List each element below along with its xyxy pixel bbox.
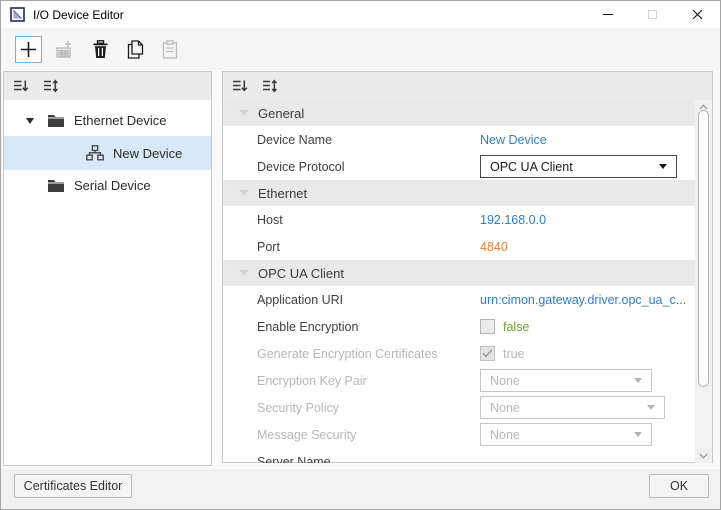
tree-item-label: Ethernet Device: [74, 113, 167, 128]
add-device-button[interactable]: [15, 36, 42, 63]
message-security-value: None: [490, 428, 520, 442]
device-protocol-value: OPC UA Client: [490, 160, 573, 174]
row-server-name: Server Name: [223, 448, 712, 463]
window-controls: [585, 1, 720, 28]
folder-icon: [47, 179, 65, 193]
dropdown-arrow-icon: [634, 432, 642, 437]
dropdown-arrow-icon: [647, 405, 655, 410]
enable-encryption-checkbox[interactable]: [480, 319, 495, 334]
section-chevron-icon: [239, 190, 249, 196]
titlebar: I/O Device Editor: [1, 1, 720, 28]
property-list: General Device Name New Device Device Pr…: [223, 100, 712, 463]
copy-pages-icon: [127, 40, 144, 59]
window-title: I/O Device Editor: [33, 8, 124, 22]
chevron-down-icon: [699, 453, 708, 459]
collapse-all-button[interactable]: [231, 78, 248, 95]
tree-item-ethernet-device[interactable]: Ethernet Device: [4, 105, 211, 136]
section-title: General: [258, 106, 304, 121]
scrollbar-thumb[interactable]: [698, 110, 709, 387]
section-chevron-icon: [239, 270, 249, 276]
trash-icon: [92, 40, 109, 59]
io-device-editor-window: I/O Device Editor: [0, 0, 721, 510]
app-logo-icon: [10, 7, 25, 22]
enable-encryption-value: false: [503, 320, 529, 334]
encryption-key-pair-select: None: [480, 369, 652, 392]
section-opc-ua-client[interactable]: OPC UA Client: [223, 260, 712, 286]
device-name-value[interactable]: New Device: [480, 133, 547, 147]
dropdown-arrow-icon: [634, 378, 642, 383]
collapse-all-button[interactable]: [12, 78, 29, 95]
property-panel-toolbar: [223, 72, 712, 100]
row-host: Host 192.168.0.0: [223, 206, 712, 233]
device-protocol-select[interactable]: OPC UA Client: [480, 155, 677, 178]
tree-panel-toolbar: [4, 72, 211, 100]
expand-all-button[interactable]: [261, 78, 278, 95]
generate-certificates-value: true: [503, 347, 525, 361]
minimize-icon: [603, 14, 613, 15]
copy-device-button[interactable]: [123, 37, 147, 61]
row-enable-encryption: Enable Encryption false: [223, 313, 712, 340]
delete-device-button[interactable]: [88, 37, 112, 61]
section-title: Ethernet: [258, 186, 307, 201]
host-value[interactable]: 192.168.0.0: [480, 213, 546, 227]
folder-icon: [47, 114, 65, 128]
row-application-uri: Application URI urn:cimon.gateway.driver…: [223, 286, 712, 313]
clipboard-icon: [162, 40, 178, 59]
certificates-editor-button[interactable]: Certificates Editor: [14, 474, 132, 498]
ok-button[interactable]: OK: [649, 474, 709, 498]
expand-all-button[interactable]: [42, 78, 59, 95]
row-security-policy: Security Policy None: [223, 394, 712, 421]
device-tree-panel: Ethernet Device New Device: [3, 71, 212, 466]
row-generate-encryption-certificates: Generate Encryption Certificates true: [223, 340, 712, 367]
dropdown-arrow-icon: [659, 164, 667, 169]
close-icon: [692, 9, 703, 20]
tree-item-label: Serial Device: [74, 178, 151, 193]
expander-icon[interactable]: [23, 118, 37, 124]
row-device-protocol: Device Protocol OPC UA Client: [223, 153, 712, 180]
encryption-key-pair-value: None: [490, 374, 520, 388]
vertical-scrollbar[interactable]: [695, 100, 712, 463]
minimize-button[interactable]: [585, 1, 630, 28]
toolbar: [1, 28, 720, 70]
network-device-icon: [86, 145, 104, 161]
expand-all-icon: [43, 78, 59, 94]
row-encryption-key-pair: Encryption Key Pair None: [223, 367, 712, 394]
section-ethernet[interactable]: Ethernet: [223, 180, 712, 206]
paste-device-button[interactable]: [158, 37, 182, 61]
collapse-all-icon: [232, 78, 248, 94]
security-policy-value: None: [490, 401, 520, 415]
check-icon: [482, 349, 493, 358]
section-general[interactable]: General: [223, 100, 712, 126]
scroll-down-button[interactable]: [695, 449, 712, 463]
close-button[interactable]: [675, 1, 720, 28]
section-title: OPC UA Client: [258, 266, 344, 281]
station-plus-icon: [55, 39, 75, 59]
device-tree: Ethernet Device New Device: [4, 100, 211, 201]
row-device-name: Device Name New Device: [223, 126, 712, 153]
tree-item-new-device[interactable]: New Device: [4, 136, 211, 170]
tree-item-serial-device[interactable]: Serial Device: [4, 170, 211, 201]
property-panel: General Device Name New Device Device Pr…: [222, 71, 713, 463]
add-station-button[interactable]: [53, 37, 77, 61]
expand-all-icon: [262, 78, 278, 94]
row-message-security: Message Security None: [223, 421, 712, 448]
plus-icon: [20, 41, 37, 58]
security-policy-select: None: [480, 396, 665, 419]
row-port: Port 4840: [223, 233, 712, 260]
collapse-all-icon: [13, 78, 29, 94]
maximize-icon: [648, 10, 657, 19]
maximize-button[interactable]: [630, 1, 675, 28]
message-security-select: None: [480, 423, 652, 446]
application-uri-value[interactable]: urn:cimon.gateway.driver.opc_ua_c...: [480, 293, 686, 307]
port-value[interactable]: 4840: [480, 240, 508, 254]
tree-item-label: New Device: [113, 146, 182, 161]
section-chevron-icon: [239, 110, 249, 116]
generate-certificates-checkbox: [480, 346, 495, 361]
